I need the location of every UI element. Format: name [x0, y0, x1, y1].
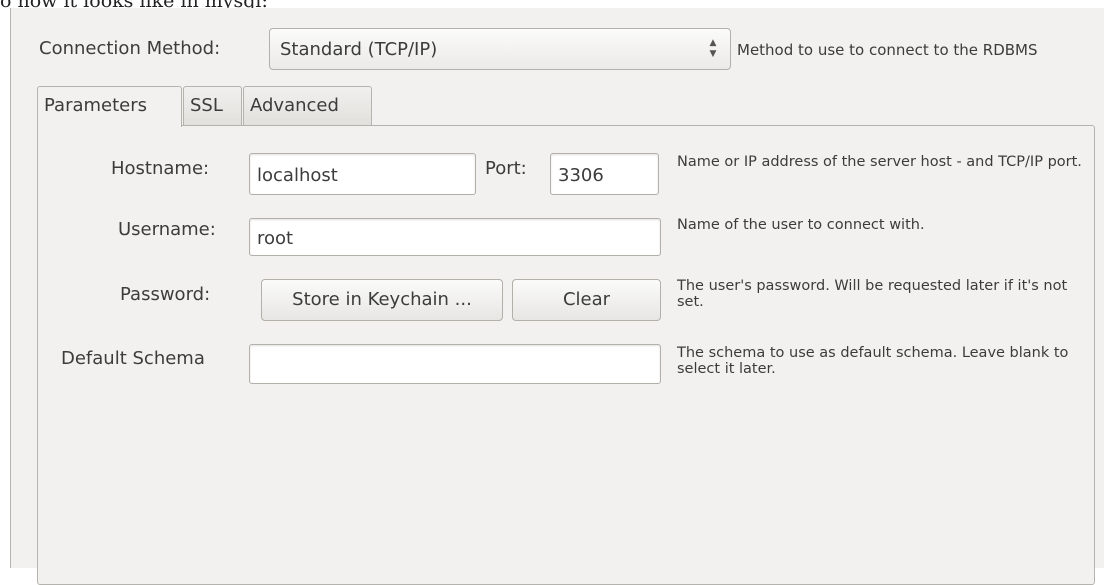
connection-method-hint: Method to use to connect to the RDBMS [737, 41, 1038, 59]
connection-dialog: Connection Method: Standard (TCP/IP) ▲ ▼ … [10, 8, 1104, 585]
username-label: Username: [118, 219, 216, 240]
port-label: Port: [485, 158, 527, 179]
updown-arrows-icon: ▲ ▼ [709, 38, 717, 59]
clear-password-button[interactable]: Clear [512, 279, 661, 321]
username-input[interactable]: root [249, 218, 661, 256]
port-input[interactable]: 3306 [550, 153, 659, 195]
username-hint: Name of the user to connect with. [677, 217, 925, 233]
connection-method-value: Standard (TCP/IP) [280, 39, 438, 60]
hostname-input[interactable]: localhost [249, 153, 476, 195]
connection-method-select[interactable]: Standard (TCP/IP) ▲ ▼ [269, 28, 731, 70]
password-hint: The user's password. Will be requested l… [677, 278, 1068, 310]
hostname-hint: Name or IP address of the server host - … [677, 154, 1082, 170]
store-in-keychain-button[interactable]: Store in Keychain ... [261, 279, 503, 321]
tab-advanced[interactable]: Advanced [243, 86, 372, 126]
tab-parameters[interactable]: Parameters [37, 86, 182, 127]
tab-ssl[interactable]: SSL [183, 86, 242, 126]
default-schema-hint: The schema to use as default schema. Lea… [677, 345, 1069, 377]
password-label: Password: [120, 284, 211, 305]
connection-method-label: Connection Method: [39, 38, 221, 59]
default-schema-label: Default Schema [61, 348, 205, 369]
default-schema-input[interactable] [249, 344, 661, 384]
hostname-label: Hostname: [111, 158, 210, 179]
